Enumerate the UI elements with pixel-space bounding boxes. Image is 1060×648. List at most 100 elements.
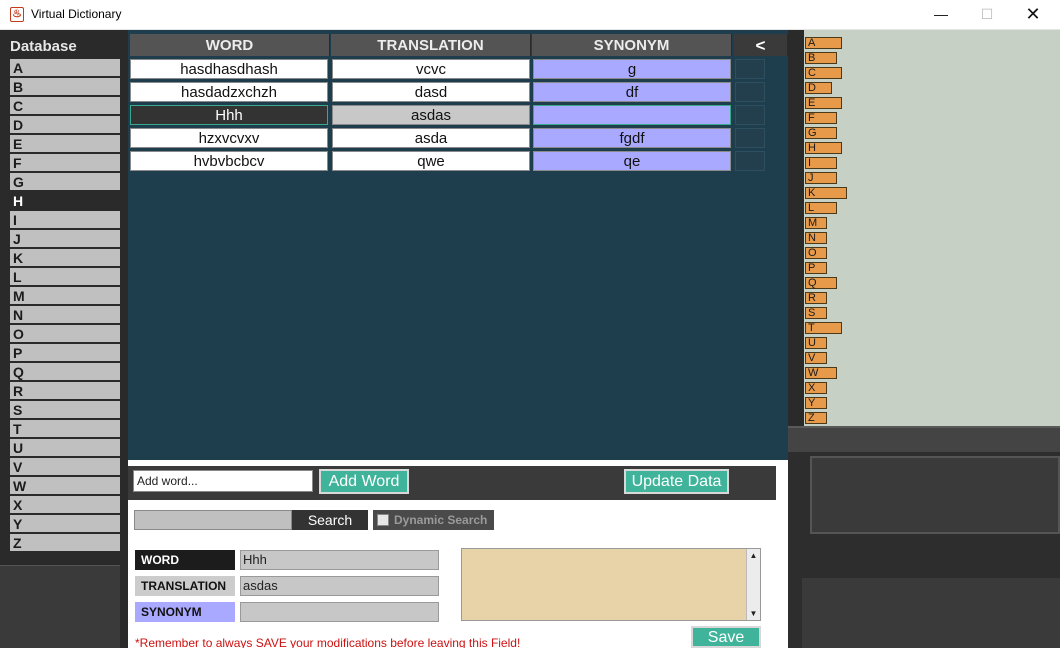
alphabet-bar-z[interactable]: Z: [805, 412, 827, 424]
table-cell-synonym[interactable]: df: [533, 82, 731, 102]
back-button[interactable]: <: [734, 34, 788, 56]
row-action-cell[interactable]: [735, 59, 765, 79]
add-word-button[interactable]: Add Word: [319, 469, 409, 494]
update-data-button[interactable]: Update Data: [624, 469, 729, 494]
database-letter-o[interactable]: O: [10, 325, 120, 342]
database-letter-i[interactable]: I: [10, 211, 120, 228]
table-cell-word[interactable]: hvbvbcbcv: [130, 151, 328, 171]
notes-scrollbar[interactable]: ▲ ▼: [746, 549, 760, 620]
dynamic-search-toggle[interactable]: Dynamic Search: [373, 510, 494, 530]
notes-textarea[interactable]: ▲ ▼: [461, 548, 761, 621]
column-header-word[interactable]: WORD: [130, 34, 330, 56]
table-cell-word[interactable]: Hhh: [130, 105, 328, 125]
synonym-field[interactable]: [240, 602, 439, 622]
database-letter-a[interactable]: A: [10, 59, 120, 76]
database-letter-t[interactable]: T: [10, 420, 120, 437]
save-reminder: *Remember to always SAVE your modificati…: [135, 636, 521, 648]
search-input[interactable]: [134, 510, 292, 530]
database-letter-s[interactable]: S: [10, 401, 120, 418]
alphabet-bar-m[interactable]: M: [805, 217, 827, 229]
database-letter-r[interactable]: R: [10, 382, 120, 399]
database-letter-b[interactable]: B: [10, 78, 120, 95]
maximize-button[interactable]: ☐: [964, 0, 1010, 30]
table-cell-translation[interactable]: asda: [332, 128, 530, 148]
row-action-cell[interactable]: [735, 105, 765, 125]
alphabet-bar-e[interactable]: E: [805, 97, 842, 109]
alphabet-bar-d[interactable]: D: [805, 82, 832, 94]
table-cell-translation[interactable]: dasd: [332, 82, 530, 102]
alphabet-bar-s[interactable]: S: [805, 307, 827, 319]
table-cell-synonym[interactable]: fgdf: [533, 128, 731, 148]
table-cell-translation[interactable]: qwe: [332, 151, 530, 171]
database-letter-g[interactable]: G: [10, 173, 120, 190]
table-cell-word[interactable]: hzxvcvxv: [130, 128, 328, 148]
alphabet-bar-o[interactable]: O: [805, 247, 827, 259]
database-letter-p[interactable]: P: [10, 344, 120, 361]
database-letter-w[interactable]: W: [10, 477, 120, 494]
alphabet-bar-l[interactable]: L: [805, 202, 837, 214]
row-action-cell[interactable]: [735, 151, 765, 171]
alphabet-bar-q[interactable]: Q: [805, 277, 837, 289]
alphabet-bar-w[interactable]: W: [805, 367, 837, 379]
dynamic-search-checkbox[interactable]: [377, 514, 389, 526]
alphabet-bar-j[interactable]: J: [805, 172, 837, 184]
table-cell-translation[interactable]: vcvc: [332, 59, 530, 79]
column-header-translation[interactable]: TRANSLATION: [331, 34, 531, 56]
alphabet-bar-c[interactable]: C: [805, 67, 842, 79]
title-bar: ♨ Virtual Dictionary — ☐ ✕: [0, 0, 1060, 30]
database-letter-e[interactable]: E: [10, 135, 120, 152]
column-header-synonym[interactable]: SYNONYM: [532, 34, 732, 56]
alphabet-bar-v[interactable]: V: [805, 352, 827, 364]
alphabet-bar-g[interactable]: G: [805, 127, 837, 139]
database-letter-f[interactable]: F: [10, 154, 120, 171]
scroll-up-icon[interactable]: ▲: [747, 549, 760, 562]
table-cell-synonym[interactable]: g: [533, 59, 731, 79]
alphabet-bar-k[interactable]: K: [805, 187, 847, 199]
alphabet-bar-h[interactable]: H: [805, 142, 842, 154]
close-button[interactable]: ✕: [1010, 0, 1056, 30]
alphabet-bar-y[interactable]: Y: [805, 397, 827, 409]
database-header: Database: [10, 38, 77, 55]
alphabet-bar-i[interactable]: I: [805, 157, 837, 169]
table-cell-synonym[interactable]: [533, 105, 731, 125]
alphabet-bar-x[interactable]: X: [805, 382, 827, 394]
database-letter-c[interactable]: C: [10, 97, 120, 114]
scroll-down-icon[interactable]: ▼: [747, 607, 760, 620]
alphabet-bar-t[interactable]: T: [805, 322, 842, 334]
translation-field[interactable]: asdas: [240, 576, 439, 596]
alphabet-bar-f[interactable]: F: [805, 112, 837, 124]
row-action-cell[interactable]: [735, 82, 765, 102]
alphabet-bar-u[interactable]: U: [805, 337, 827, 349]
database-letter-m[interactable]: M: [10, 287, 120, 304]
minimize-button[interactable]: —: [918, 0, 964, 30]
database-letter-k[interactable]: K: [10, 249, 120, 266]
row-action-cell[interactable]: [735, 128, 765, 148]
database-letter-j[interactable]: J: [10, 230, 120, 247]
alphabet-bar-n[interactable]: N: [805, 232, 827, 244]
table-cell-translation[interactable]: asdas: [332, 105, 530, 125]
alphabet-bar-b[interactable]: B: [805, 52, 837, 64]
alphabet-bar-p[interactable]: P: [805, 262, 827, 274]
database-letter-h[interactable]: H: [10, 192, 120, 209]
database-letter-y[interactable]: Y: [10, 515, 120, 532]
synonym-label: SYNONYM: [135, 602, 235, 622]
database-letter-z[interactable]: Z: [10, 534, 120, 551]
table-cell-word[interactable]: hasdadzxchzh: [130, 82, 328, 102]
save-button[interactable]: Save: [691, 626, 761, 648]
database-letter-l[interactable]: L: [10, 268, 120, 285]
right-panel-footer: [802, 578, 1060, 648]
alphabet-bar-a[interactable]: A: [805, 37, 842, 49]
database-letter-v[interactable]: V: [10, 458, 120, 475]
database-letter-n[interactable]: N: [10, 306, 120, 323]
database-letter-d[interactable]: D: [10, 116, 120, 133]
search-button[interactable]: Search: [292, 510, 368, 530]
table-cell-synonym[interactable]: qe: [533, 151, 731, 171]
add-word-input[interactable]: Add word...: [133, 470, 313, 492]
database-letter-x[interactable]: X: [10, 496, 120, 513]
database-panel: Database ABCDEFGHIJKLMNOPQRSTUVWXYZ: [0, 30, 128, 648]
database-letter-q[interactable]: Q: [10, 363, 120, 380]
word-field[interactable]: Hhh: [240, 550, 439, 570]
database-letter-u[interactable]: U: [10, 439, 120, 456]
alphabet-bar-r[interactable]: R: [805, 292, 827, 304]
table-cell-word[interactable]: hasdhasdhash: [130, 59, 328, 79]
